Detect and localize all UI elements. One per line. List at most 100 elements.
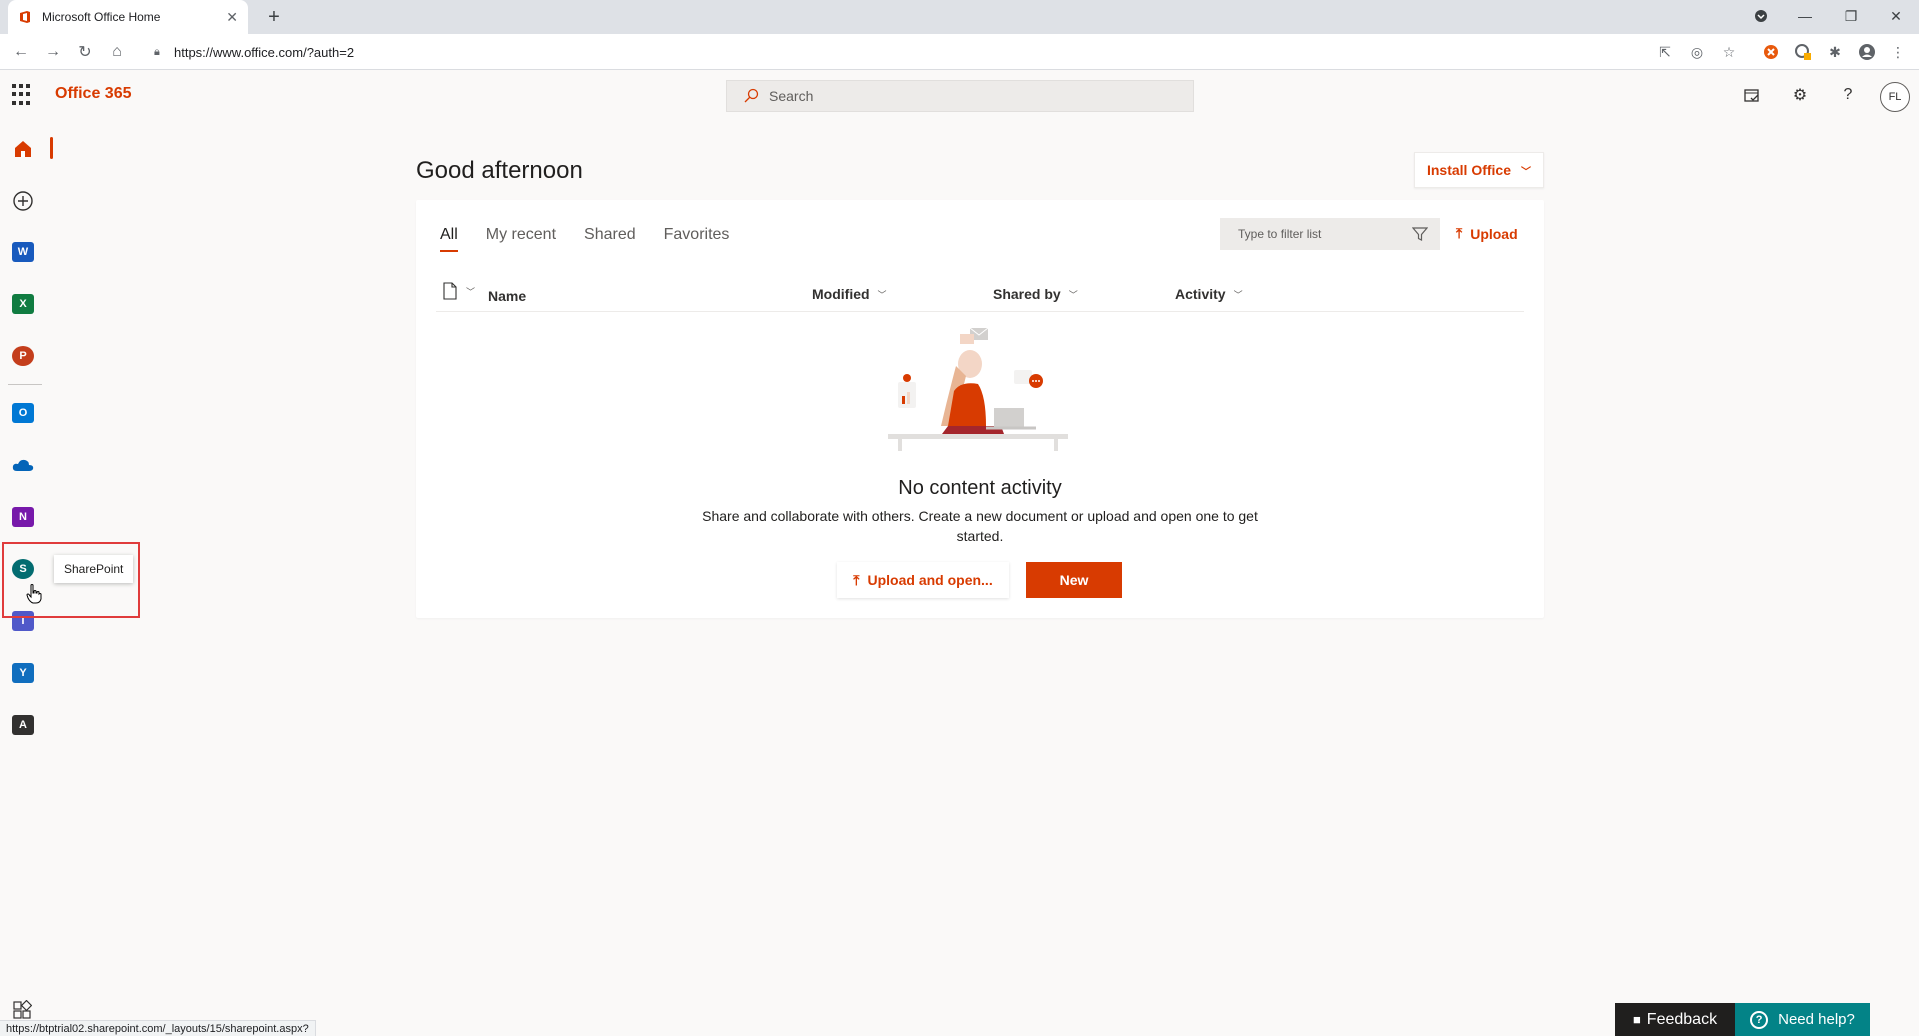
onedrive-icon [12,459,34,471]
add-circle-icon [13,191,33,211]
extension-red-icon[interactable] [1762,43,1780,61]
yammer-icon: Y [12,663,34,683]
hand-cursor-icon [26,584,42,604]
help-circle-icon: ? [1750,1010,1769,1029]
column-activity-label: Activity [1175,286,1226,302]
install-office-label: Install Office [1426,162,1512,178]
lock-icon: 🔒︎ [154,46,160,58]
reload-icon[interactable]: ↻ [72,40,98,64]
home-icon [15,141,31,157]
chevron-down-icon: ﹀ [877,289,887,300]
search-input[interactable]: Search [726,80,1194,112]
admin-icon: A [12,715,34,735]
chevron-down-icon: ﹀ [1233,289,1243,300]
column-shared-by-label: Shared by [993,286,1061,302]
filter-placeholder: Type to filter list [1238,227,1322,241]
profile-icon[interactable] [1858,43,1876,61]
settings-gear-icon[interactable]: ⚙ [1790,85,1810,105]
column-name-label: Name [488,288,527,304]
rail-excel[interactable]: X [10,291,36,317]
file-type-header[interactable]: ﹀ [442,282,475,300]
page-title: Good afternoon [416,157,583,184]
search-placeholder: Search [769,88,814,104]
document-icon [443,282,457,300]
extension-badge-icon[interactable] [1794,43,1812,61]
browser-toolbar: ← → ↻ ⌂ 🔒︎ https://www.office.com/?auth=… [0,34,1919,70]
page-scrollbar[interactable] [1903,120,1919,1020]
upload-label: Upload [1470,225,1518,242]
rail-admin[interactable]: A [10,712,36,738]
filter-icon[interactable] [1412,226,1428,242]
tab-favorites[interactable]: Favorites [664,226,730,252]
help-icon[interactable]: ? [1838,85,1858,105]
forward-icon[interactable]: → [40,40,66,64]
empty-state-title: No content activity [898,477,1062,499]
excel-icon: X [12,294,34,314]
rail-onenote[interactable]: N [10,504,36,530]
url-text: https://www.office.com/?auth=2 [174,44,355,60]
chevron-down-icon: ﹀ [1521,166,1532,178]
avatar[interactable]: FL [1880,82,1910,112]
files-card: All My recent Shared Favorites Type to f… [416,200,1544,618]
new-document-button[interactable]: New [1026,562,1122,598]
column-activity[interactable]: Activity ﹀ [1175,286,1243,302]
column-shared-by[interactable]: Shared by ﹀ [993,286,1078,302]
tab-search-icon[interactable] [1738,0,1784,32]
minimize-icon[interactable]: — [1782,0,1828,32]
tab-shared[interactable]: Shared [584,226,636,252]
tracking-off-icon[interactable]: ◎ [1688,43,1706,61]
column-modified-label: Modified [812,286,870,302]
brand-title[interactable]: Office 365 [55,85,131,103]
comment-icon: ■ [1632,1012,1641,1027]
highlight-box [2,542,140,618]
table-header: ﹀ Name Modified ﹀ Shared by ﹀ Activity ﹀ [436,280,1524,312]
rail-create[interactable] [10,188,36,214]
rail-powerpoint[interactable]: P [10,343,36,369]
back-icon[interactable]: ← [8,40,34,64]
app-launcher-icon[interactable] [12,84,34,106]
browser-menu-icon[interactable]: ⋮ [1889,43,1907,61]
feedback-label: Feedback [1646,1010,1718,1028]
file-tabs: All My recent Shared Favorites [440,226,757,252]
close-tab-icon[interactable]: ✕ [226,9,238,26]
bookmark-star-icon[interactable]: ☆ [1720,43,1738,61]
rail-divider [8,384,42,385]
extensions-puzzle-icon[interactable]: ✱ [1826,43,1844,61]
chevron-down-icon: ﹀ [466,286,476,297]
column-modified[interactable]: Modified ﹀ [812,286,887,302]
column-name[interactable]: Name [488,288,526,304]
window-close-icon[interactable]: ✕ [1873,0,1919,32]
apps-icon[interactable] [12,1000,32,1020]
upload-and-open-button[interactable]: ⤒ Upload and open... [837,562,1009,598]
tab-all[interactable]: All [440,226,458,252]
active-indicator [50,137,53,159]
office-logo-icon [20,11,30,23]
restore-icon[interactable]: ❐ [1828,0,1874,32]
feedback-button[interactable]: ■ Feedback [1615,1003,1735,1036]
home-browser-icon[interactable]: ⌂ [104,40,130,64]
browser-status-url: https://btptrial02.sharepoint.com/_layou… [0,1020,316,1036]
open-external-icon[interactable]: ⇱ [1656,43,1674,61]
address-bar[interactable]: 🔒︎ https://www.office.com/?auth=2 [140,38,1640,66]
upload-button[interactable]: ⤒ Upload [1456,225,1518,242]
rail-word[interactable]: W [10,239,36,265]
empty-state-description: Share and collaborate with others. Creat… [702,508,1258,544]
filter-input[interactable]: Type to filter list [1220,218,1440,250]
browser-tab[interactable]: Microsoft Office Home ✕ [8,0,248,34]
new-tab-icon[interactable]: + [262,6,286,29]
install-office-button[interactable]: Install Office ﹀ [1414,152,1544,188]
tab-my-recent[interactable]: My recent [486,226,556,252]
upload-and-open-label: Upload and open... [867,572,993,588]
upload-arrow-icon: ⤒ [853,571,860,588]
rail-outlook[interactable]: O [10,400,36,426]
need-help-button[interactable]: ? Need help? [1735,1003,1870,1036]
rail-onedrive[interactable] [10,452,36,478]
rail-home[interactable] [10,136,36,162]
tab-title: Microsoft Office Home [42,10,161,24]
powerpoint-icon: P [12,346,34,366]
word-icon: W [12,242,34,262]
office-header: Office 365 Search ⚙ ? FL [0,71,1919,119]
my-day-icon[interactable] [1742,85,1762,105]
browser-tabstrip: Microsoft Office Home ✕ + — ❐ ✕ [0,0,1919,34]
rail-yammer[interactable]: Y [10,660,36,686]
